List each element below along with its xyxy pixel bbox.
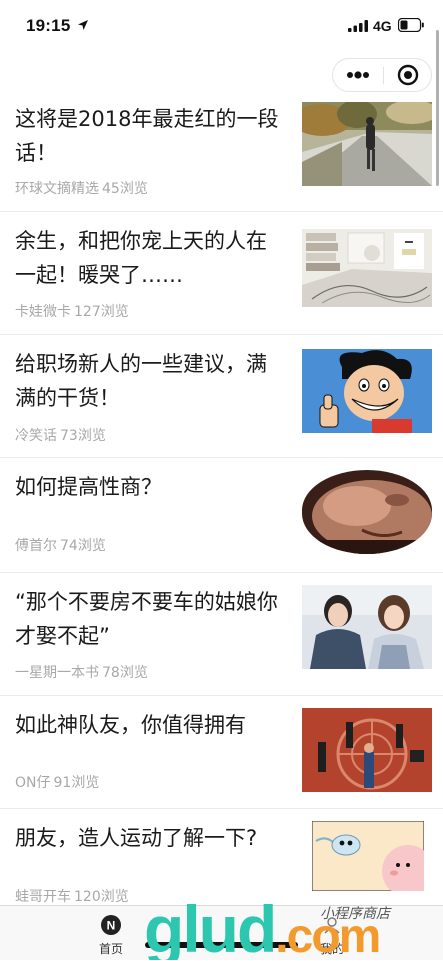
battery-icon [398,18,424,32]
article-title: “那个不要房不要车的姑娘你才娶不起” [15,590,278,648]
miniprogram-capsule [332,58,432,92]
article-source: 卡娃微卡 [15,304,71,320]
books-flowers-photo [302,229,432,307]
article-item[interactable]: “那个不要房不要车的姑娘你才娶不起” 一星期一本书 78浏览 [0,573,443,696]
article-meta: 冷笑话 73浏览 [15,425,106,445]
article-views: 120浏览 [74,889,129,905]
home-tab-icon: N [101,915,121,935]
article-views: 45浏览 [102,181,148,197]
article-views: 74浏览 [60,538,106,554]
article-thumbnail[interactable] [302,229,432,307]
article-item[interactable]: 如此神队友，你值得拥有 ON仔 91浏览 [0,696,443,809]
closeup-face-photo [302,470,432,554]
cellular-signal-icon [348,20,368,32]
article-thumbnail[interactable] [302,470,432,554]
article-item[interactable]: 如何提高性商？ 傅首尔 74浏览 [0,458,443,573]
article-title: 给职场新人的一些建议，满满的干货！ [15,352,267,410]
article-meta: 傅首尔 74浏览 [15,535,106,555]
article-source: 蛙哥开车 [15,889,71,905]
article-title: 如此神队友，你值得拥有 [15,713,246,737]
article-meta: 环球文摘精选 45浏览 [15,178,148,198]
article-views: 91浏览 [53,775,100,791]
location-arrow-icon [78,20,88,30]
article-meta: 一星期一本书 78浏览 [15,662,148,682]
watermark-subtext: 小程序商店 [320,906,392,922]
article-meta: ON仔 91浏览 [15,772,99,792]
article-title: 余生，和把你宠上天的人在一起！暖哭了…… [15,229,267,287]
article-item[interactable]: 余生，和把你宠上天的人在一起！暖哭了…… 卡娃微卡 127浏览 [0,212,443,335]
cartoon-sperm-egg [312,821,424,891]
path-walker-photo [302,102,432,186]
article-meta: 卡娃微卡 127浏览 [15,301,129,321]
article-item[interactable]: 这将是2018年最走红的一段话！ 环球文摘精选 45浏览 [0,90,443,212]
article-meta: 蛙哥开车 120浏览 [15,886,129,906]
article-source: 傅首尔 [15,538,57,554]
site-watermark: glud.com 小程序商店 [144,892,392,960]
article-views: 78浏览 [102,665,148,681]
article-source: ON仔 [15,775,51,791]
article-source: 环球文摘精选 [15,181,99,197]
status-time: 19:15 [26,16,71,35]
article-views: 127浏览 [74,304,129,320]
more-options-icon[interactable] [333,59,383,91]
article-item[interactable]: 给职场新人的一些建议，满满的干货！ 冷笑话 73浏览 [0,335,443,458]
article-source: 冷笑话 [15,428,57,444]
article-title: 如何提高性商？ [15,475,162,499]
watermark-text: glud.com [144,892,379,960]
article-source: 一星期一本书 [15,665,99,681]
article-thumbnail[interactable] [302,708,432,792]
article-title: 这将是2018年最走红的一段话！ [15,107,279,165]
couple-photo [302,585,432,669]
home-tab-icon-letter: N [107,919,116,933]
article-views: 73浏览 [60,428,106,444]
network-type: 4G [373,18,392,34]
cartoon-thumbs-up [302,349,432,433]
article-title: 朋友，造人运动了解一下? [15,826,258,850]
article-thumbnail[interactable] [312,821,424,891]
close-miniprogram-icon[interactable] [384,59,432,91]
article-feed: 这将是2018年最走红的一段话！ 环球文摘精选 45浏览 余生，和把你宠上天的人在… [0,90,443,913]
article-thumbnail[interactable] [302,585,432,669]
status-bar: 19:15 4G [0,0,443,56]
article-thumbnail[interactable] [302,102,432,186]
article-thumbnail[interactable] [302,349,432,433]
red-ground-people-photo [302,708,432,792]
